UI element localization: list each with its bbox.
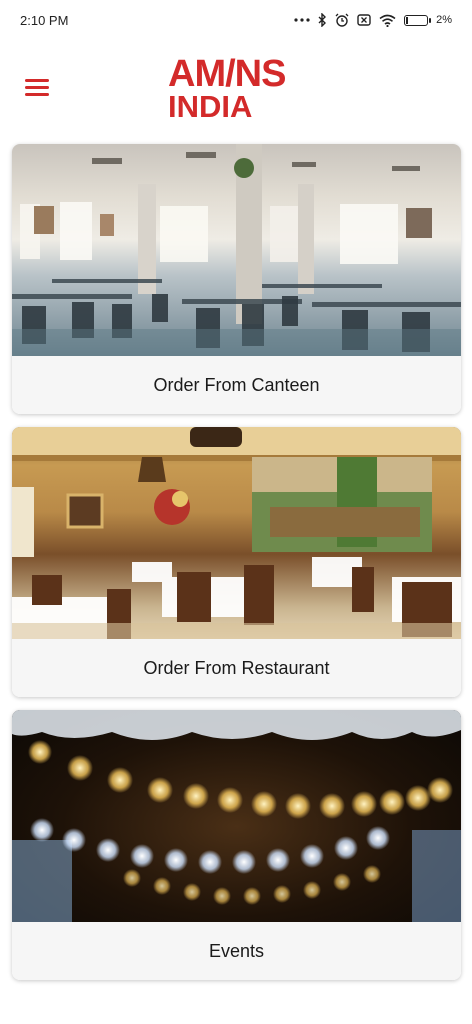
battery-percent: 2% — [436, 14, 452, 26]
card-label: Order From Canteen — [12, 356, 461, 414]
status-bar: 2:10 PM 2% — [0, 0, 472, 40]
sim-icon — [357, 14, 371, 26]
card-label: Order From Restaurant — [12, 639, 461, 697]
events-lights-photo — [12, 710, 461, 922]
card-label: Events — [12, 922, 461, 980]
status-icons: 2% — [294, 13, 452, 27]
canteen-photo — [12, 144, 461, 356]
restaurant-photo — [12, 427, 461, 639]
bluetooth-icon — [318, 13, 327, 27]
order-from-restaurant-card[interactable]: Order From Restaurant — [12, 427, 461, 697]
logo-line2: INDIA — [168, 89, 253, 125]
hamburger-menu-icon[interactable] — [22, 76, 52, 100]
wifi-icon — [379, 14, 396, 27]
alarm-icon — [335, 13, 349, 27]
order-from-canteen-card[interactable]: Order From Canteen — [12, 144, 461, 414]
amns-india-logo: AM/NS INDIA — [168, 53, 318, 125]
app-header: AM/NS INDIA — [0, 50, 472, 130]
status-time: 2:10 PM — [20, 12, 69, 28]
events-card[interactable]: Events — [12, 710, 461, 980]
battery-icon — [404, 14, 432, 26]
more-icon — [294, 18, 310, 22]
logo-line1: AM/NS — [168, 53, 286, 95]
